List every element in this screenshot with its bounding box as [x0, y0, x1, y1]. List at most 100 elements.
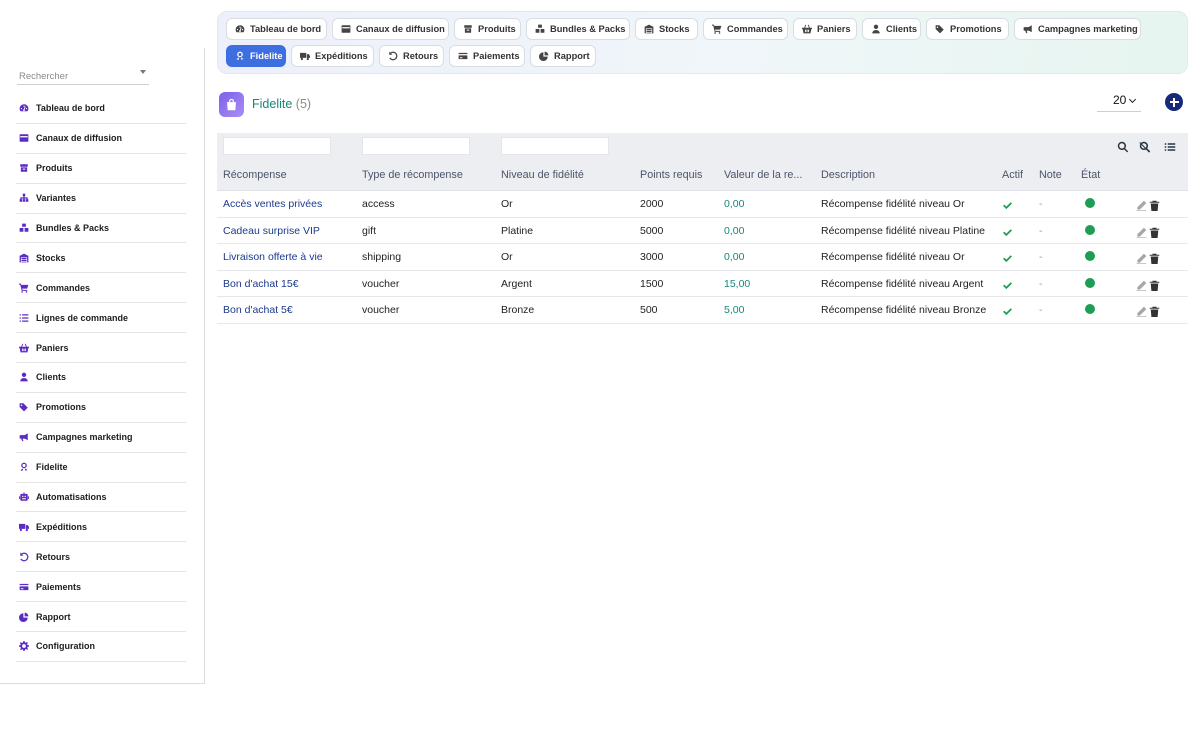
table-row[interactable]: Livraison offerte à vie shipping Or 3000 0,0… — [217, 244, 1188, 271]
tab-label: Fidelite — [250, 51, 283, 61]
sidebar-item-configuration[interactable]: Configuration — [16, 632, 186, 662]
cell-note: - — [1039, 304, 1043, 316]
edit-icon[interactable] — [1136, 304, 1147, 317]
sidebar-item-commandes[interactable]: Commandes — [16, 273, 186, 304]
status-dot — [1085, 198, 1095, 208]
sidebar-item-paiements[interactable]: Paiements — [16, 572, 186, 603]
column-header-actif[interactable]: Actif — [1002, 169, 1023, 181]
sidebar-item-canaux-de-diffusion[interactable]: Canaux de diffusion — [16, 124, 186, 154]
tab-campagnes-marketing[interactable]: Campagnes marketing — [1014, 18, 1141, 40]
check-icon — [1002, 304, 1013, 316]
trash-icon[interactable] — [1149, 225, 1160, 238]
tab-bundles-packs[interactable]: Bundles & Packs — [526, 18, 630, 40]
trash-icon[interactable] — [1149, 278, 1160, 291]
tab-paniers[interactable]: Paniers — [793, 18, 857, 40]
sidebar-item-label: Clients — [36, 372, 67, 383]
filter-niveau-input[interactable] — [501, 137, 609, 155]
column-header-type-de-recompense[interactable]: Type de récompense — [362, 169, 463, 181]
search-icon[interactable] — [1117, 140, 1129, 153]
tab-retours[interactable]: Retours — [379, 45, 444, 67]
cell-recompense[interactable]: Livraison offerte à vie — [223, 251, 323, 263]
column-header-niveau-de-fidelite[interactable]: Niveau de fidélité — [501, 169, 584, 181]
table-row[interactable]: Bon d'achat 5€ voucher Bronze 500 5,00 Récomp… — [217, 297, 1188, 324]
sidebar-item-promotions[interactable]: Promotions — [16, 393, 186, 423]
filter-type-input[interactable] — [362, 137, 470, 155]
tab-promotions[interactable]: Promotions — [926, 18, 1009, 40]
cell-recompense[interactable]: Accès ventes privées — [223, 198, 322, 210]
warehouse-icon — [18, 252, 30, 264]
sidebar-item-expeditions[interactable]: Expéditions — [16, 512, 186, 543]
chevron-down-icon[interactable] — [140, 70, 146, 74]
cell-valeur: 5,00 — [724, 304, 745, 316]
sidebar-item-label: Paiements — [36, 581, 82, 592]
user-icon — [871, 24, 881, 34]
edit-icon[interactable] — [1136, 251, 1147, 264]
award-icon — [235, 51, 245, 61]
gear-icon — [18, 640, 30, 652]
sidebar-item-lignes-de-commande[interactable]: Lignes de commande — [16, 303, 186, 334]
undo-icon — [388, 51, 398, 61]
sidebar-item-produits[interactable]: Produits — [16, 154, 186, 184]
cell-points: 2000 — [640, 198, 664, 210]
sidebar-item-fidelite[interactable]: Fidelite — [16, 453, 186, 483]
sidebar-item-retours[interactable]: Retours — [16, 542, 186, 573]
column-header-etat[interactable]: État — [1081, 169, 1100, 181]
trash-icon[interactable] — [1149, 198, 1160, 211]
tab-stocks[interactable]: Stocks — [635, 18, 698, 40]
cell-type: shipping — [362, 251, 402, 263]
sidebar-item-rapport[interactable]: Rapport — [16, 602, 186, 633]
sidebar-item-stocks[interactable]: Stocks — [16, 243, 186, 274]
tab-rapport[interactable]: Rapport — [530, 45, 596, 67]
edit-icon[interactable] — [1136, 198, 1147, 211]
tab-fidelite[interactable]: Fidelite — [226, 45, 286, 67]
tab-produits[interactable]: Produits — [454, 18, 521, 40]
sidebar-item-tableau-de-bord[interactable]: Tableau de bord — [16, 94, 186, 124]
sidebar-item-variantes[interactable]: Variantes — [16, 184, 186, 214]
cell-recompense[interactable]: Cadeau surprise VIP — [223, 225, 320, 237]
cell-type: voucher — [362, 277, 400, 290]
cell-note: - — [1039, 224, 1043, 237]
cell-points: 1500 — [640, 277, 664, 290]
column-header-note[interactable]: Note — [1039, 169, 1062, 181]
list-view-icon[interactable] — [1164, 140, 1176, 152]
edit-icon[interactable] — [1136, 278, 1147, 291]
cell-valeur: 0,00 — [724, 251, 745, 263]
cell-recompense[interactable]: Bon d'achat 5€ — [223, 304, 293, 316]
tab-paiements[interactable]: Paiements — [449, 45, 525, 67]
table-row[interactable]: Accès ventes privées access Or 2000 0,00 Réco… — [217, 191, 1188, 218]
sidebar-search[interactable] — [17, 66, 149, 86]
tab-clients[interactable]: Clients — [862, 18, 921, 40]
table-row[interactable]: Bon d'achat 15€ voucher Argent 1500 15,00 Réc… — [217, 271, 1188, 297]
sidebar-item-automatisations[interactable]: Automatisations — [16, 483, 186, 513]
column-header-recompense[interactable]: Récompense — [223, 169, 287, 181]
sidebar-item-campagnes-marketing[interactable]: Campagnes marketing — [16, 423, 186, 453]
table-row[interactable]: Cadeau surprise VIP gift Platine 5000 0,00 Ré… — [217, 218, 1188, 244]
page-size-select[interactable]: 20 — [1097, 93, 1141, 112]
tab-expeditions[interactable]: Expéditions — [291, 45, 374, 67]
edit-icon[interactable] — [1136, 225, 1147, 238]
sidebar-search-input[interactable] — [17, 67, 149, 86]
sidebar: Tableau de bord Canaux de diffusion Produi… — [0, 48, 205, 684]
check-icon — [1002, 251, 1013, 263]
trash-icon[interactable] — [1149, 251, 1160, 264]
tab-tableau-de-bord[interactable]: Tableau de bord — [226, 18, 327, 40]
add-record-button[interactable] — [1165, 93, 1183, 111]
trash-icon[interactable] — [1149, 304, 1160, 317]
sidebar-item-bundles-packs[interactable]: Bundles & Packs — [16, 214, 186, 244]
tab-canaux-de-diffusion[interactable]: Canaux de diffusion — [332, 18, 449, 40]
tab-label: Bundles & Packs — [550, 24, 626, 34]
megaphone-icon — [1023, 24, 1033, 34]
clear-search-icon[interactable] — [1139, 140, 1151, 153]
tab-commandes[interactable]: Commandes — [703, 18, 788, 40]
sidebar-item-label: Fidelite — [36, 462, 68, 473]
tab-label: Paiements — [473, 51, 520, 61]
cell-note: - — [1039, 251, 1043, 263]
sidebar-item-label: Stocks — [36, 252, 66, 263]
sidebar-item-paniers[interactable]: Paniers — [16, 333, 186, 364]
column-header-points-requis[interactable]: Points requis — [640, 169, 702, 181]
column-header-description[interactable]: Description — [821, 169, 875, 181]
sidebar-item-clients[interactable]: Clients — [16, 363, 186, 393]
column-header-valeur-de-la-re[interactable]: Valeur de la re... — [724, 169, 802, 181]
cell-recompense[interactable]: Bon d'achat 15€ — [223, 278, 299, 290]
filter-recompense-input[interactable] — [223, 137, 331, 155]
